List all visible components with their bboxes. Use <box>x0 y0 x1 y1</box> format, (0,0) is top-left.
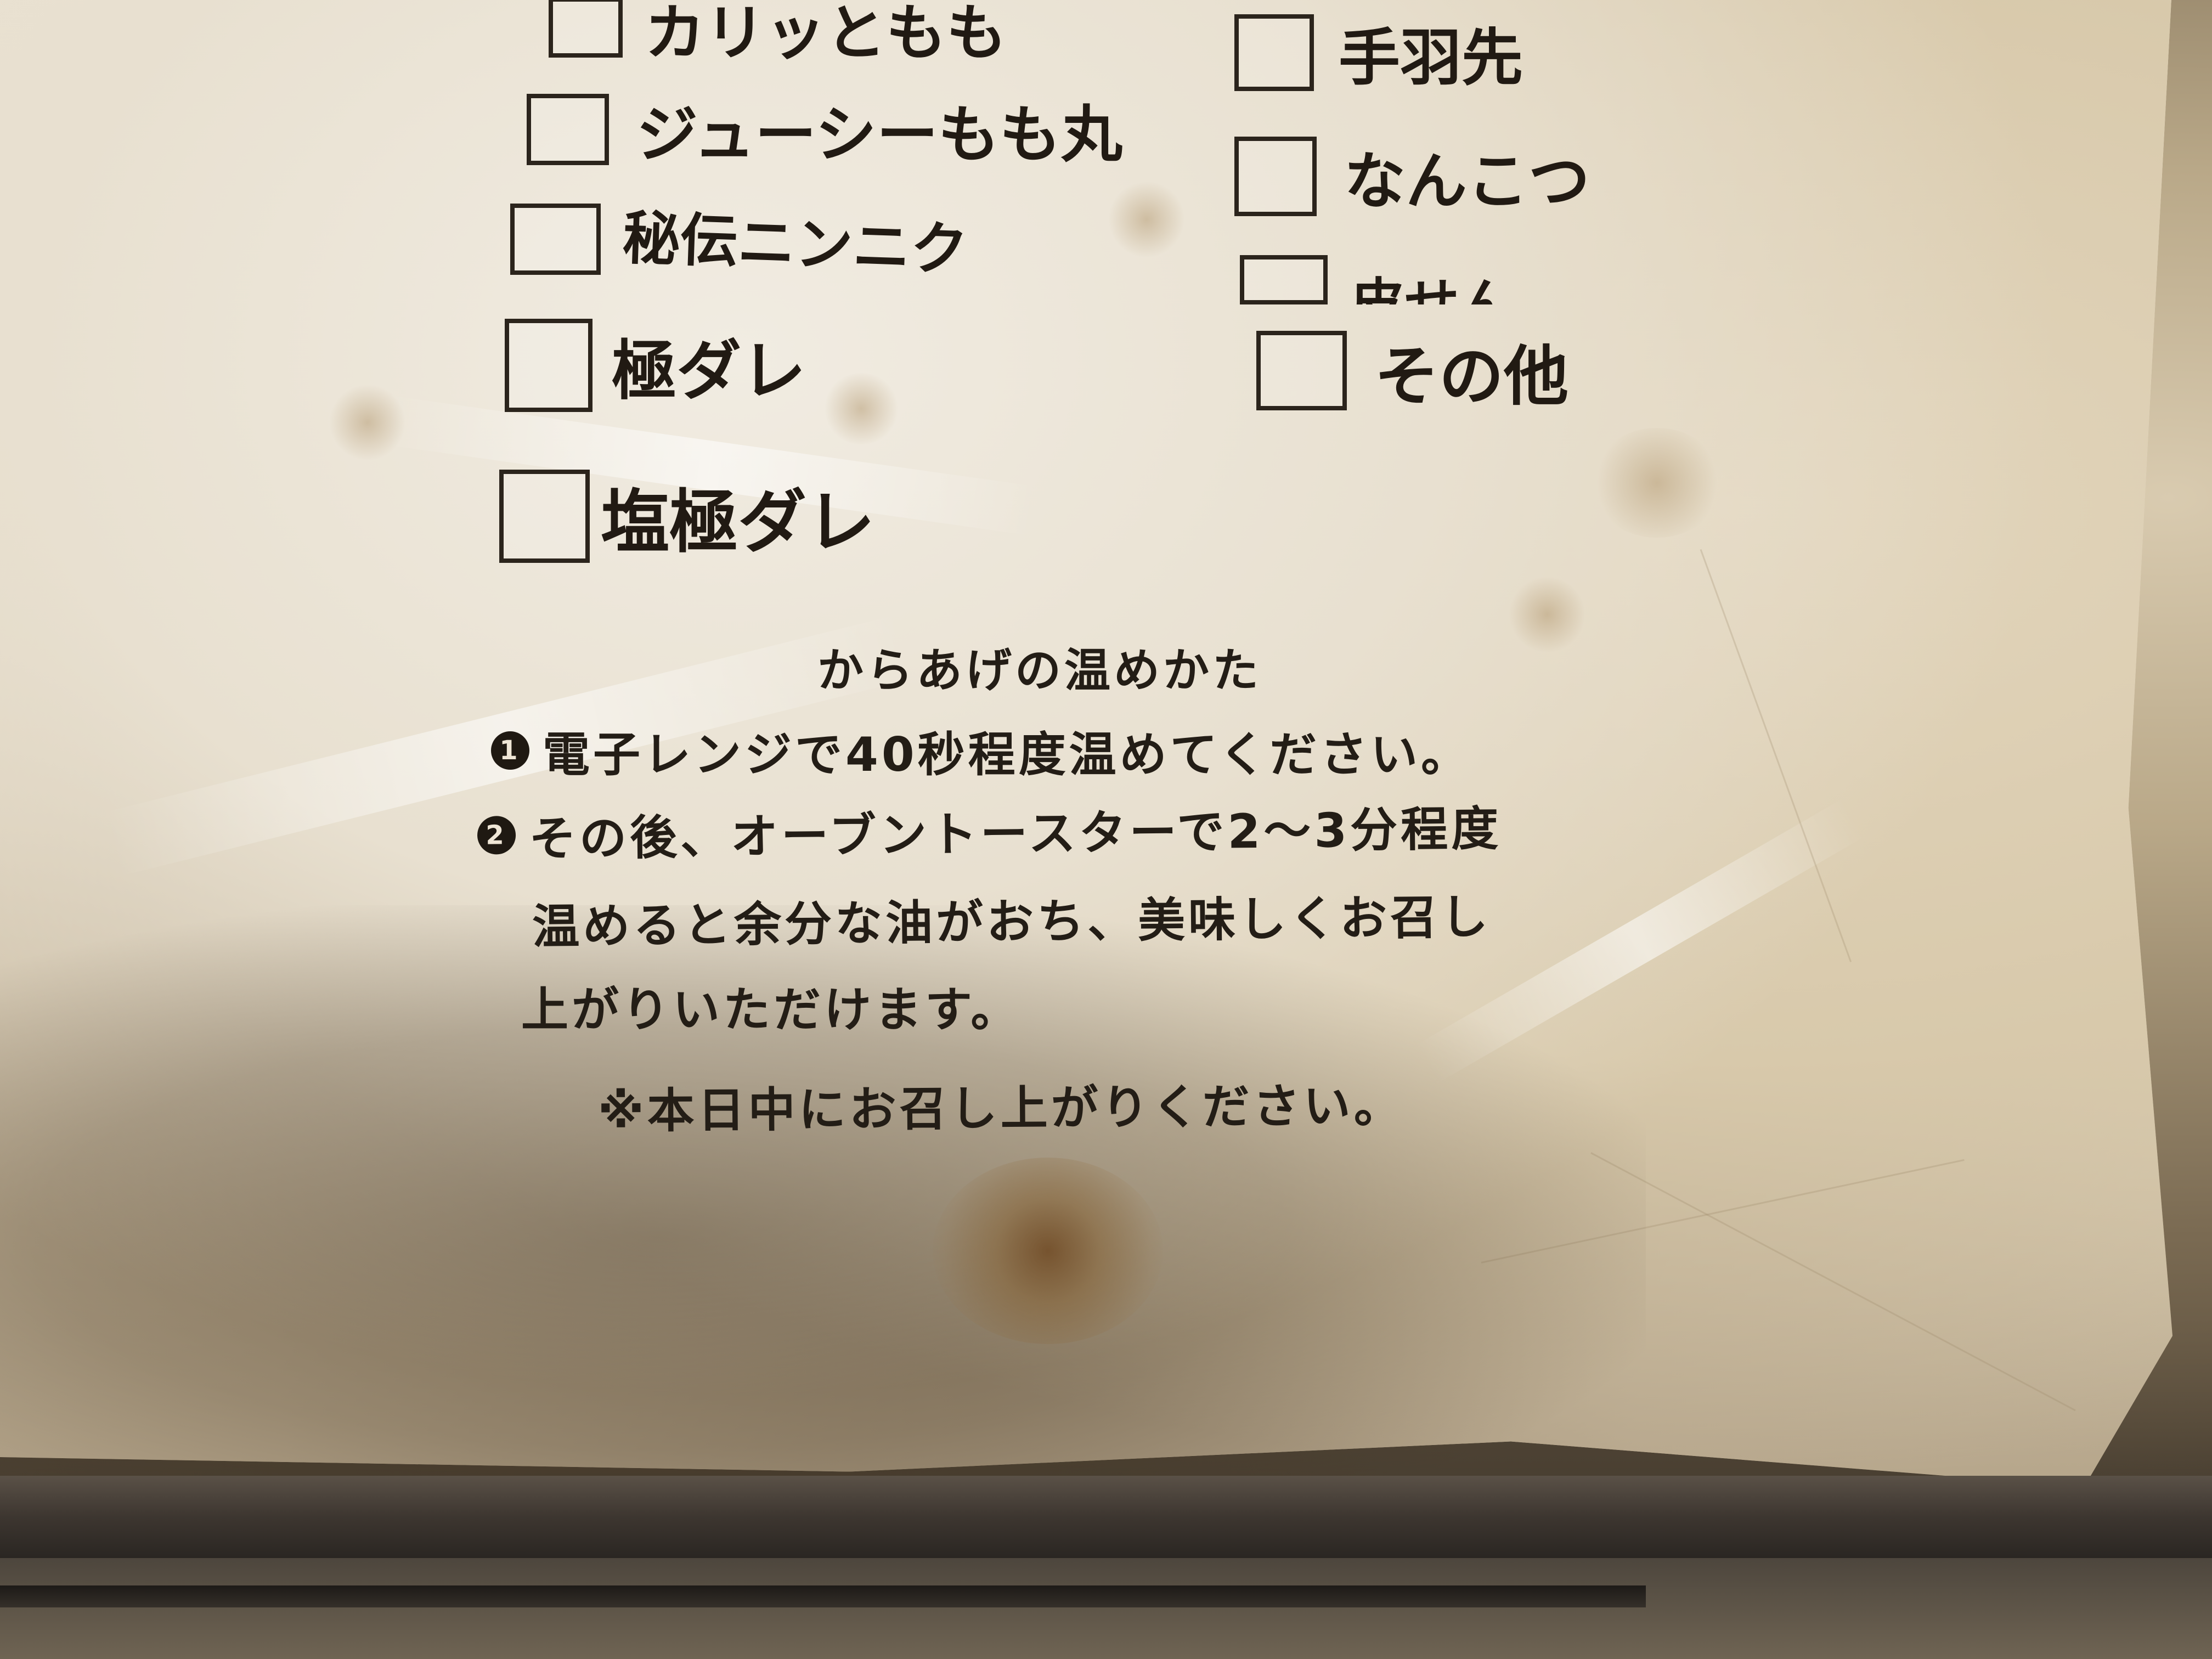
tray-floor <box>0 1558 2212 1659</box>
menu-item-label: 極ダレ <box>612 332 806 409</box>
grease-stain <box>933 1158 1163 1344</box>
menu-item: 極ダレ <box>505 318 806 412</box>
menu-item: なんこつ <box>1234 132 1590 221</box>
menu-item-label: カリッともも <box>645 0 1007 68</box>
menu-item: 皮せん <box>1240 255 1514 304</box>
checkbox-icon <box>510 204 601 275</box>
consume-today-note: ※本日中にお召し上がりください。 <box>597 1078 1404 1139</box>
checkbox-icon <box>1234 14 1314 91</box>
reheat-title: からあげの温めかた <box>817 644 1262 697</box>
reheat-step-1-text: 電子レンジで40秒程度温めてください。 <box>543 727 1472 782</box>
step-number-2: 2 <box>477 815 516 855</box>
menu-item: カリッともも <box>549 0 1007 71</box>
checkbox-icon <box>527 94 609 165</box>
menu-item: 秘伝ニンニク <box>510 198 969 284</box>
checkbox-icon <box>1240 255 1328 304</box>
reheat-step-2-line-2: 温めると余分な油がおち、美味しくお召し <box>532 889 1492 955</box>
menu-item: その他 <box>1256 324 1568 417</box>
reheat-step-2: 2 その後、オーブントースターで2〜3分程度 <box>477 790 1502 870</box>
menu-item-label: その他 <box>1374 338 1569 414</box>
checkbox-icon <box>1234 136 1317 216</box>
grease-spot <box>823 373 900 444</box>
menu-item-label: ジューシーもも丸 <box>636 99 1122 171</box>
grease-spot <box>329 384 406 461</box>
menu-item-label: 皮せん <box>1350 271 1514 305</box>
reheat-step-1: 1 電子レンジで40秒程度温めてください。 <box>491 716 1471 785</box>
reheat-step-2-line-3: 上がりいただけます。 <box>521 983 1022 1037</box>
checkbox-icon <box>1256 331 1347 410</box>
checkbox-icon <box>499 469 590 563</box>
menu-item: 手羽先 <box>1234 8 1523 97</box>
menu-item-label: 秘伝ニンニク <box>621 204 969 284</box>
grease-spot <box>1591 428 1723 538</box>
checkbox-icon <box>505 318 592 412</box>
menu-item-label: 塩極ダレ <box>601 482 875 562</box>
menu-item-label: 手羽先 <box>1339 22 1523 94</box>
checkbox-icon <box>549 0 623 58</box>
grease-spot <box>1509 576 1585 653</box>
menu-item: ジューシーもも丸 <box>527 85 1122 174</box>
grease-spot <box>1108 181 1185 258</box>
tray-rim <box>0 1585 1646 1607</box>
menu-item: 塩極ダレ <box>499 466 875 566</box>
reheat-step-2-line-1: その後、オーブントースターで2〜3分程度 <box>528 802 1502 867</box>
tray-edge <box>0 1476 2212 1558</box>
menu-item-label: なんこつ <box>1344 145 1590 217</box>
step-number-1: 1 <box>491 731 529 770</box>
